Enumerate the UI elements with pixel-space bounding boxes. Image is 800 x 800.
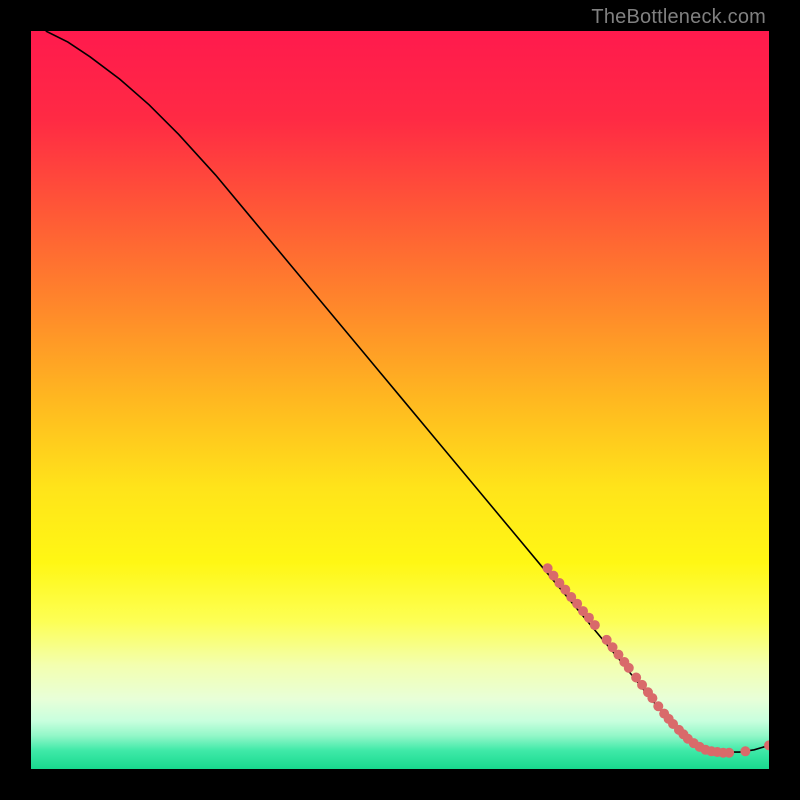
- scatter-point: [724, 748, 734, 758]
- scatter-point: [740, 746, 750, 756]
- gradient-background: [31, 31, 769, 769]
- scatter-point: [624, 663, 634, 673]
- attribution-text: TheBottleneck.com: [591, 6, 766, 29]
- scatter-point: [590, 620, 600, 630]
- chart-canvas: [31, 31, 769, 769]
- chart-frame: [31, 31, 769, 769]
- scatter-point: [647, 693, 657, 703]
